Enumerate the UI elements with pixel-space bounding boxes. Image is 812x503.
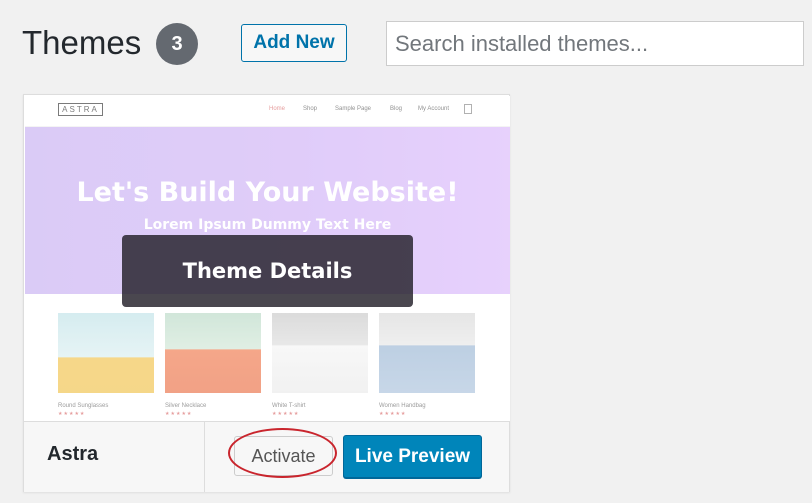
theme-screenshot[interactable]: ASTRA Home Shop Sample Page Blog My Acco… [25, 96, 510, 421]
live-preview-button[interactable]: Live Preview [343, 435, 482, 478]
highlight-circle [228, 428, 337, 478]
theme-card-footer: Astra Activate Live Preview [24, 421, 509, 492]
theme-details-button[interactable]: Theme Details [122, 235, 413, 307]
search-themes-input[interactable] [386, 21, 804, 66]
theme-count-badge: 3 [156, 23, 198, 65]
add-new-button[interactable]: Add New [241, 24, 347, 62]
page-title: Themes [22, 24, 142, 61]
theme-name: Astra [47, 443, 99, 465]
footer-divider [204, 422, 205, 492]
theme-card-astra[interactable]: ASTRA Home Shop Sample Page Blog My Acco… [23, 94, 510, 492]
